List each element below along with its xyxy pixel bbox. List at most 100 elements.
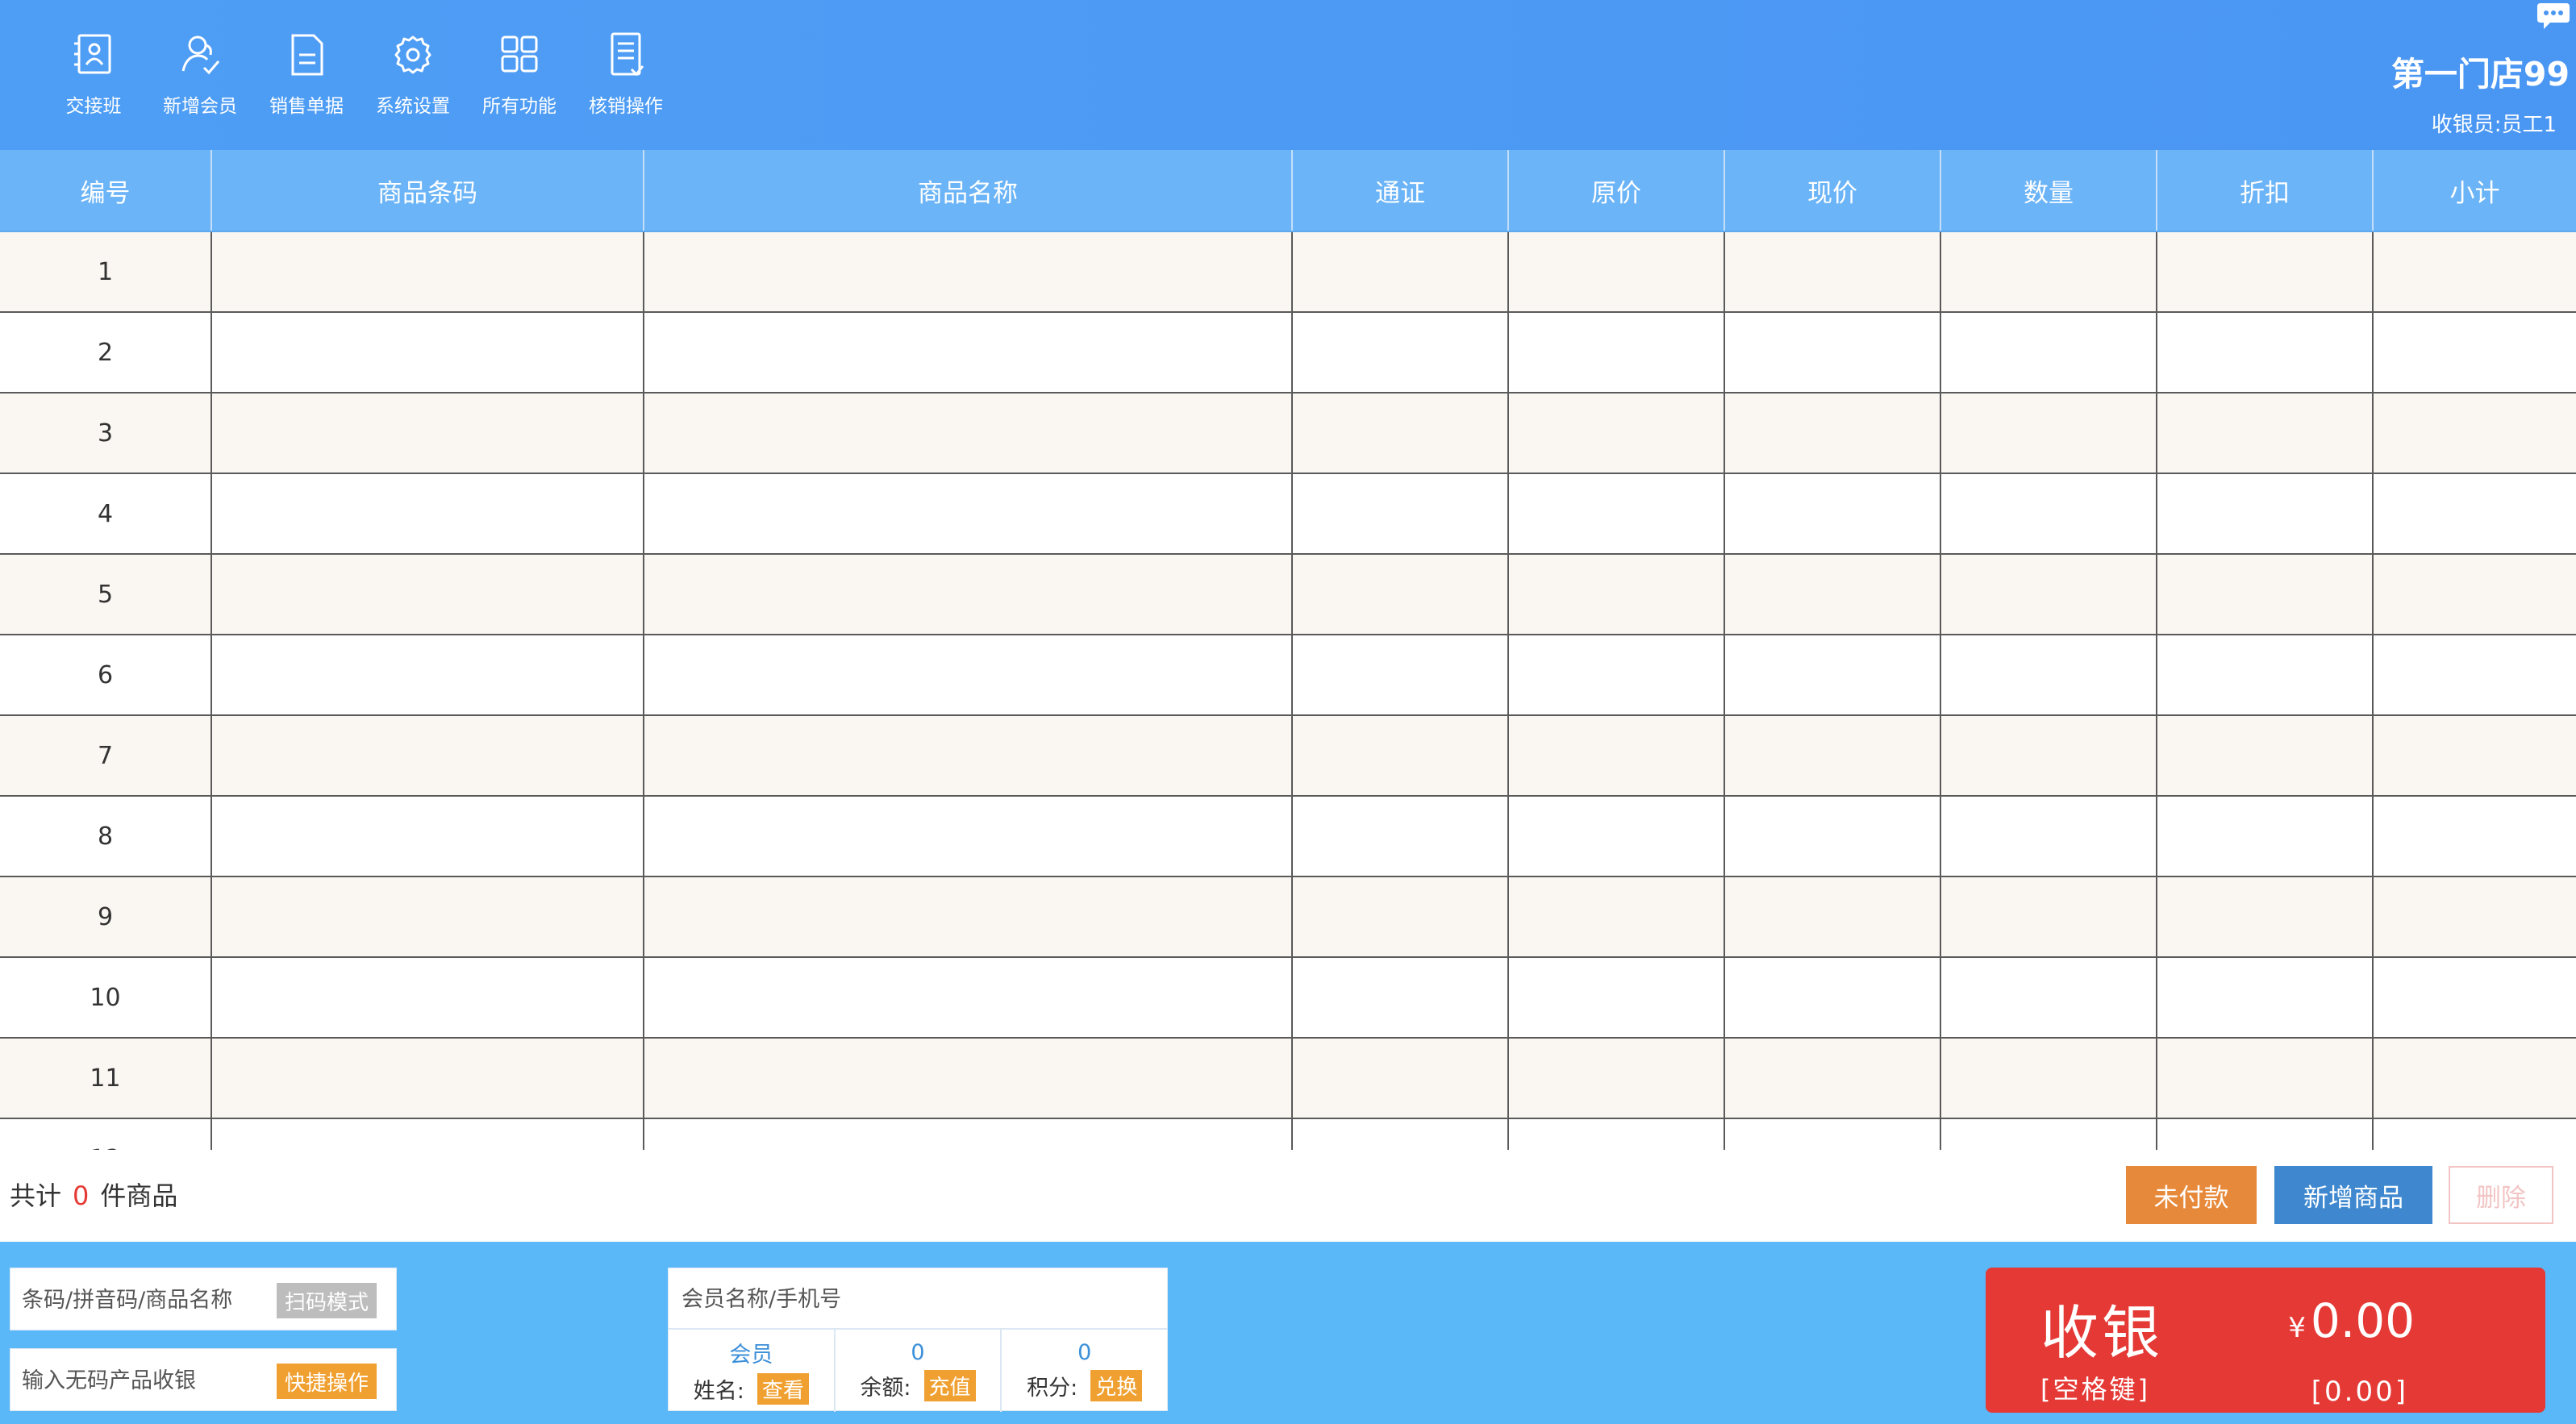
table-cell (1724, 1118, 1941, 1150)
table-row[interactable]: 8 (0, 796, 2576, 877)
table-row[interactable]: 2 (0, 312, 2576, 393)
table-row[interactable]: 7 (0, 715, 2576, 797)
column-header: 折扣 (2157, 150, 2374, 232)
table-cell (1292, 393, 1509, 474)
table-cell (2373, 1038, 2576, 1119)
checkout-amount: ¥0.00 (2288, 1293, 2415, 1348)
table-cell (644, 876, 1293, 958)
recharge-button[interactable]: 充值 (923, 1370, 976, 1401)
table-cell (1508, 876, 1725, 958)
no-barcode-input[interactable] (20, 1360, 265, 1401)
table-cell (1940, 876, 2157, 958)
table-cell (2157, 715, 2374, 797)
table-header-row: 编号 商品条码 商品名称 通证 原价 现价 数量 折扣 小计 (0, 150, 2576, 232)
cart-table-container[interactable]: 编号商品条码商品名称通证原价现价数量折扣小计 123456789101112 (0, 150, 2576, 1150)
unpaid-button[interactable]: 未付款 (2126, 1166, 2257, 1224)
table-cell (644, 473, 1293, 555)
table-cell (2157, 1038, 2374, 1119)
row-number-cell: 7 (0, 715, 212, 797)
table-row[interactable]: 11 (0, 1038, 2576, 1119)
table-row[interactable]: 3 (0, 393, 2576, 474)
table-row[interactable]: 6 (0, 635, 2576, 716)
table-cell (2157, 554, 2374, 635)
table-cell (211, 715, 644, 797)
table-row[interactable]: 10 (0, 957, 2576, 1039)
toolbar-label: 销售单据 (269, 96, 344, 117)
toolbar-label: 交接班 (65, 96, 122, 117)
add-product-button[interactable]: 新增商品 (2274, 1166, 2432, 1224)
table-cell (1724, 231, 1941, 313)
table-cell (1940, 957, 2157, 1039)
toolbar-add-member-button[interactable]: 新增会员 (147, 29, 253, 118)
view-member-button[interactable]: 查看 (757, 1373, 809, 1405)
table-cell (644, 1038, 1293, 1119)
table-row[interactable]: 1 (0, 231, 2576, 313)
barcode-search-input[interactable] (20, 1280, 265, 1320)
toolbar-handover-button[interactable]: 交接班 (40, 29, 147, 118)
table-cell (1940, 554, 2157, 635)
clipboard-icon (611, 32, 644, 77)
toolbar-all-functions-button[interactable]: 所有功能 (466, 29, 573, 118)
table-cell (2373, 554, 2576, 635)
table-cell (2373, 393, 2576, 474)
scan-mode-button[interactable]: 扫码模式 (276, 1283, 377, 1318)
table-cell (211, 1118, 644, 1150)
column-header: 商品名称 (644, 150, 1293, 232)
table-row[interactable]: 9 (0, 876, 2576, 958)
member-search-input[interactable] (680, 1278, 1151, 1320)
table-cell (1292, 1038, 1509, 1119)
table-cell (2373, 312, 2576, 393)
toolbar-verify-button[interactable]: 核销操作 (573, 29, 679, 118)
table-cell (644, 1118, 1293, 1150)
table-cell (211, 393, 644, 474)
table-cell (2373, 1118, 2576, 1150)
table-cell (644, 957, 1293, 1039)
table-cell (2157, 393, 2374, 474)
table-cell (1508, 393, 1725, 474)
table-cell (644, 715, 1293, 797)
table-cell (1940, 473, 2157, 555)
column-header: 原价 (1508, 150, 1725, 232)
cashier-label: 收银员:员工1 (2431, 113, 2557, 137)
table-row[interactable]: 5 (0, 554, 2576, 635)
table-cell (211, 957, 644, 1039)
gear-icon (394, 35, 431, 74)
toolbar-sales-document-button[interactable]: 销售单据 (253, 29, 360, 118)
row-number-cell: 12 (0, 1118, 212, 1150)
member-info-cells: 会员 姓名: 查看 0 余额: 充值 0 积分: 兑换 (669, 1328, 1167, 1412)
grid-icon (501, 35, 538, 73)
column-header: 小计 (2373, 150, 2576, 232)
toolbar-label: 所有功能 (482, 96, 556, 117)
table-cell (2373, 957, 2576, 1039)
document-icon (291, 34, 323, 76)
toolbar-settings-button[interactable]: 系统设置 (360, 29, 466, 118)
row-number-cell: 9 (0, 876, 212, 958)
checkout-key-hint: [空格键] (2040, 1374, 2150, 1405)
quick-action-button[interactable]: 快捷操作 (276, 1364, 377, 1399)
checkout-amount-value: 0.00 (2310, 1293, 2415, 1348)
table-row[interactable]: 12 (0, 1118, 2576, 1150)
table-cell (1292, 312, 1509, 393)
row-number-cell: 4 (0, 473, 212, 555)
table-cell (1724, 635, 1941, 716)
table-row[interactable]: 4 (0, 473, 2576, 555)
row-number-cell: 2 (0, 312, 212, 393)
table-cell (1940, 635, 2157, 716)
table-cell (1940, 796, 2157, 877)
table-cell (1940, 715, 2157, 797)
delete-button[interactable]: 删除 (2449, 1166, 2553, 1224)
table-cell (1724, 312, 1941, 393)
total-suffix: 件商品 (100, 1180, 178, 1211)
total-prefix: 共计 (10, 1180, 62, 1211)
checkout-button[interactable]: 收银 [空格键] ¥0.00 [0.00] (1986, 1268, 2545, 1413)
chat-bubble-icon[interactable] (2536, 0, 2571, 32)
cart-table: 编号商品条码商品名称通证原价现价数量折扣小计 123456789101112 (0, 150, 2576, 1150)
column-header: 通证 (1292, 150, 1509, 232)
member-panel: 会员 姓名: 查看 0 余额: 充值 0 积分: 兑换 (668, 1268, 1168, 1412)
table-cell (1508, 1038, 1725, 1119)
row-number-cell: 5 (0, 554, 212, 635)
table-cell (211, 635, 644, 716)
member-name-value: 会员 (729, 1343, 773, 1368)
redeem-button[interactable]: 兑换 (1090, 1370, 1143, 1401)
currency-symbol: ¥ (2288, 1312, 2306, 1344)
